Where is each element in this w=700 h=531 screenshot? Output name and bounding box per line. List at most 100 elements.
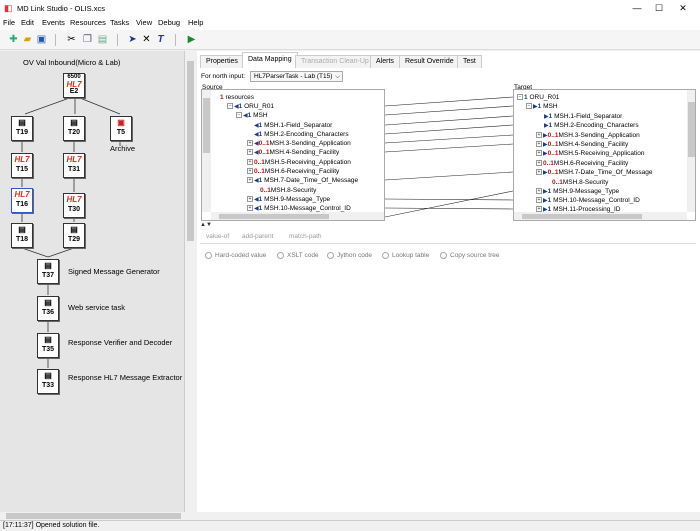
tab-alerts[interactable]: Alerts: [370, 55, 400, 68]
subtab-divider: [200, 243, 696, 244]
pointer-icon[interactable]: ➤: [126, 33, 139, 46]
source-vertical-scrollbar[interactable]: [202, 90, 211, 212]
target-row[interactable]: ▶1 MSH.2-Encoding_Characters: [544, 122, 639, 130]
toolbar-separator: [55, 34, 56, 46]
option-hard-coded-value[interactable]: Hard-coded value: [205, 252, 266, 259]
source-row[interactable]: + ◀0..1MSH.4-Sending_Facility: [247, 149, 339, 157]
menu-file[interactable]: File: [3, 18, 15, 27]
target-vertical-scrollbar[interactable]: [687, 90, 695, 212]
canvas-vertical-scrollbar[interactable]: [186, 51, 195, 512]
source-row[interactable]: − ◀1 ORU_R01: [227, 103, 274, 111]
node-t30[interactable]: HL7 T30: [63, 193, 85, 218]
node-t15[interactable]: HL7 T15: [11, 153, 33, 178]
tab-properties[interactable]: Properties: [200, 55, 244, 68]
node-t36[interactable]: ▤ T36: [37, 296, 59, 321]
source-row[interactable]: ◀1 MSH.1-Field_Separator: [254, 122, 332, 130]
target-row[interactable]: 0..1MSH.8-Security: [552, 179, 608, 187]
target-row[interactable]: + ▶0..1MSH.7-Date_Time_Of_Message: [536, 169, 653, 177]
toolbar-separator: [175, 34, 176, 46]
source-row[interactable]: +0..1MSH.6-Receiving_Facility: [247, 168, 339, 176]
new-icon[interactable]: ✚: [7, 33, 20, 46]
window-title: MD Link Studio - OLIS.xcs: [17, 4, 105, 13]
copy-icon[interactable]: ❐: [81, 33, 94, 46]
close-button[interactable]: ✕: [677, 3, 689, 14]
menu-resources[interactable]: Resources: [70, 18, 106, 27]
source-row[interactable]: +0..1MSH.5-Receiving_Application: [247, 159, 351, 167]
toolbar: ✚ ▰ ▣ ✂ ❐ ▤ ➤ ✕ T ▶: [0, 30, 700, 50]
label-response-extractor: Response HL7 Message Extractor: [68, 373, 183, 382]
for-input-label: For north input:: [201, 73, 246, 80]
menu-view[interactable]: View: [136, 18, 152, 27]
canvas-title: OV Val Inbound(Micro & Lab): [23, 58, 121, 67]
node-e2[interactable]: 6500 HL7 E2: [63, 73, 85, 98]
node-t18[interactable]: ▤ T18: [11, 223, 33, 248]
workflow-canvas[interactable]: OV Val Inbound(Micro & Lab) 6500 HL7 E2 ▤ T…: [0, 51, 185, 512]
target-row[interactable]: −1 ORU_R01: [517, 94, 559, 102]
tab-transaction-cleanup: Transaction Clean-Up: [295, 55, 375, 68]
target-row[interactable]: + ▶0..1MSH.3-Sending_Application: [536, 132, 640, 140]
toolbar-separator: [117, 34, 118, 46]
open-icon[interactable]: ▰: [21, 33, 34, 46]
subtab-add-parent[interactable]: add-parent: [242, 233, 273, 240]
target-row[interactable]: − ▶1 MSH: [526, 103, 558, 111]
node-t37[interactable]: ▤ T37: [37, 259, 59, 284]
option-lookup-table[interactable]: Lookup table: [382, 252, 429, 259]
target-row[interactable]: + ▶1 MSH.10-Message_Control_ID: [536, 197, 640, 205]
source-row[interactable]: − ◀1 MSH: [236, 112, 268, 120]
source-row[interactable]: 0..1MSH.8-Security: [260, 187, 316, 195]
node-t31[interactable]: HL7 T31: [63, 153, 85, 178]
menu-bar: File Edit Events Resources Tasks View De…: [0, 17, 700, 30]
node-t33[interactable]: ▤ T33: [37, 369, 59, 394]
subtab-match-path[interactable]: match-path: [289, 233, 322, 240]
target-row[interactable]: + ▶0..1MSH.5-Receiving_Application: [536, 150, 644, 158]
source-horizontal-scrollbar[interactable]: [211, 212, 384, 220]
menu-debug[interactable]: Debug: [158, 18, 180, 27]
source-row[interactable]: + ◀0..1MSH.3-Sending_Application: [247, 140, 351, 148]
splitter-arrows-icon[interactable]: ▲▼: [200, 222, 212, 228]
source-row[interactable]: + ◀1 MSH.9-Message_Type: [247, 196, 330, 204]
label-archive: Archive: [110, 144, 136, 153]
subtab-value-of[interactable]: value-of: [206, 233, 229, 240]
save-icon[interactable]: ▣: [35, 33, 48, 46]
for-input-value: HL7ParserTask - Lab (T15): [254, 73, 333, 80]
source-row[interactable]: ◀1 MSH.2-Encoding_Characters: [254, 131, 349, 139]
menu-tasks[interactable]: Tasks: [110, 18, 129, 27]
tab-data-mapping[interactable]: Data Mapping: [242, 52, 298, 68]
label-signed-message-generator: Signed Message Generator: [68, 267, 160, 276]
node-t29[interactable]: ▤ T29: [63, 223, 85, 248]
option-xslt-code[interactable]: XSLT code: [277, 252, 319, 259]
for-input-select[interactable]: HL7ParserTask - Lab (T15) ⌵: [250, 71, 343, 82]
node-t16[interactable]: HL7 T16: [11, 188, 33, 213]
node-t19[interactable]: ▤ T19: [11, 116, 33, 141]
status-bar: [17:11:37] Opened solution file.: [0, 520, 700, 530]
minimize-button[interactable]: —: [631, 3, 643, 14]
node-t20[interactable]: ▤ T20: [63, 116, 85, 141]
text-icon[interactable]: T: [154, 33, 167, 46]
menu-edit[interactable]: Edit: [21, 18, 34, 27]
target-row[interactable]: + ▶0..1MSH.4-Sending_Facility: [536, 141, 628, 149]
maximize-button[interactable]: ☐: [653, 3, 665, 14]
menu-help[interactable]: Help: [188, 18, 203, 27]
source-tree[interactable]: 1 resources − ◀1 ORU_R01 − ◀1 MSH ◀1 MSH.1…: [201, 89, 385, 221]
node-t35[interactable]: ▤ T35: [37, 333, 59, 358]
target-tree[interactable]: −1 ORU_R01 − ▶1 MSH ▶1 MSH.1-Field_Separa…: [513, 89, 696, 221]
delete-icon[interactable]: ✕: [140, 33, 153, 46]
target-row[interactable]: ▶1 MSH.1-Field_Separator: [544, 113, 622, 121]
menu-events[interactable]: Events: [42, 18, 65, 27]
paste-icon[interactable]: ▤: [96, 33, 109, 46]
canvas-horizontal-scrollbar[interactable]: [0, 512, 195, 520]
target-row[interactable]: + ▶1 MSH.9-Message_Type: [536, 188, 619, 196]
source-row[interactable]: 1 resources: [220, 94, 254, 102]
option-copy-source-tree[interactable]: Copy source tree: [440, 252, 500, 259]
target-row[interactable]: + ▶1 MSH.11-Processing_ID: [536, 206, 621, 214]
source-row[interactable]: + ◀1 MSH.10-Message_Control_ID: [247, 205, 351, 213]
cut-icon[interactable]: ✂: [65, 33, 78, 46]
title-bar: ◧ MD Link Studio - OLIS.xcs — ☐ ✕: [0, 0, 700, 17]
tab-test[interactable]: Test: [457, 55, 482, 68]
run-icon[interactable]: ▶: [185, 33, 198, 46]
target-row[interactable]: +0..1MSH.6-Receiving_Facility: [536, 160, 628, 168]
option-jython-code[interactable]: Jython code: [327, 252, 372, 259]
node-t5[interactable]: ▣ T5: [110, 116, 132, 141]
tab-result-override[interactable]: Result Override: [399, 55, 460, 68]
source-row[interactable]: + ◀1 MSH.7-Date_Time_Of_Message: [247, 177, 358, 185]
